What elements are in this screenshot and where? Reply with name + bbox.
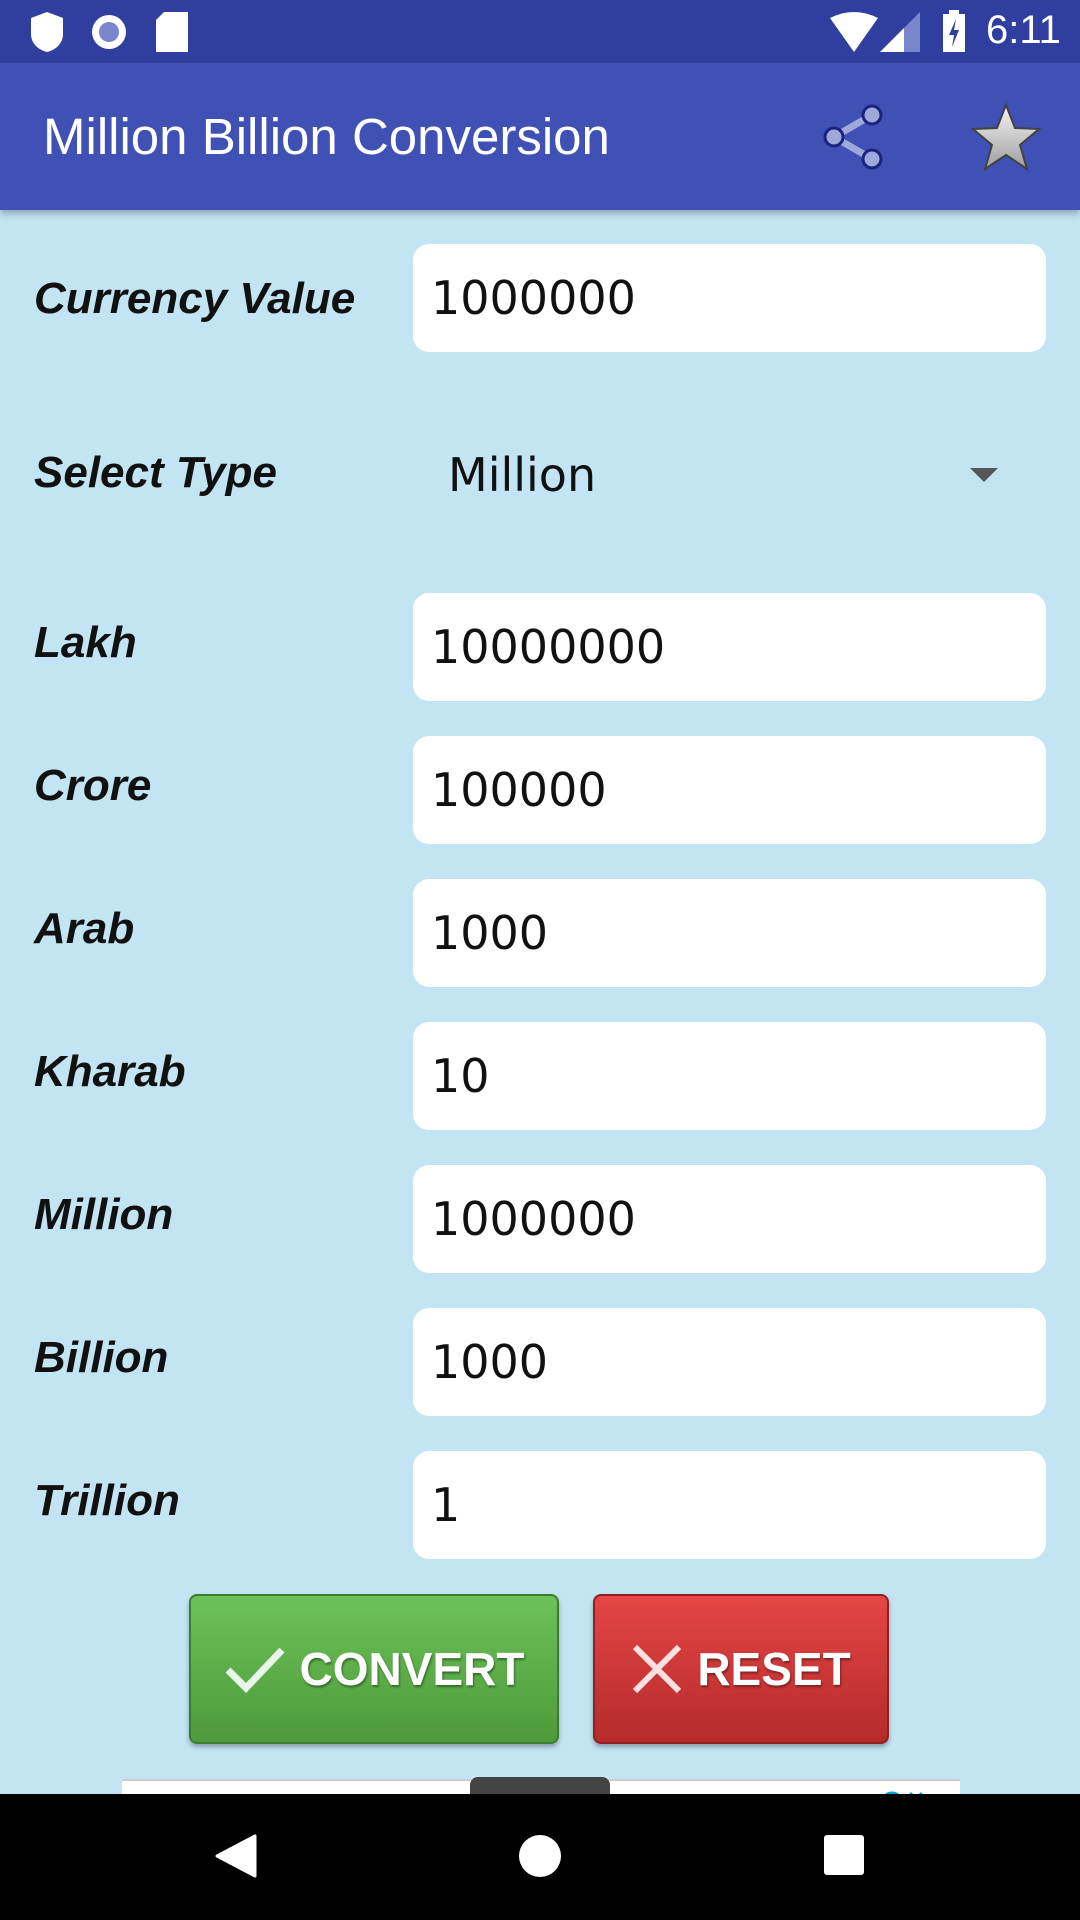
- kharab-label: Kharab: [34, 1047, 186, 1096]
- type-select[interactable]: Million: [413, 430, 1046, 520]
- select-type-label: Select Type: [34, 448, 277, 497]
- currency-value-input[interactable]: [413, 244, 1046, 352]
- share-icon[interactable]: [820, 101, 890, 171]
- close-icon: [633, 1644, 682, 1694]
- shield-icon: [31, 12, 63, 52]
- back-icon[interactable]: [215, 1834, 257, 1878]
- reset-button[interactable]: RESET: [593, 1594, 889, 1744]
- kharab-input[interactable]: [413, 1022, 1046, 1130]
- reset-label: RESET: [697, 1643, 851, 1695]
- billion-label: Billion: [34, 1333, 169, 1382]
- clock: 6:11: [986, 8, 1061, 52]
- navigation-bar: [0, 1794, 1080, 1920]
- recents-icon[interactable]: [824, 1835, 864, 1875]
- convert-label: CONVERT: [299, 1643, 525, 1695]
- status-bar: 6:11: [0, 0, 1080, 63]
- trillion-label: Trillion: [34, 1476, 180, 1525]
- million-label: Million: [34, 1190, 174, 1239]
- star-icon[interactable]: [970, 101, 1042, 173]
- trillion-input[interactable]: [413, 1451, 1046, 1559]
- record-icon: [92, 15, 126, 49]
- crore-input[interactable]: [413, 736, 1046, 844]
- dropdown-arrow-icon: [970, 468, 998, 482]
- crore-label: Crore: [34, 761, 152, 810]
- app-bar: Million Billion Conversion: [0, 63, 1080, 210]
- lakh-label: Lakh: [34, 618, 137, 667]
- sd-card-icon: [156, 12, 188, 52]
- convert-button[interactable]: CONVERT: [189, 1594, 559, 1744]
- app-title: Million Billion Conversion: [43, 108, 610, 165]
- signal-icon: [880, 12, 920, 52]
- battery-charging-icon: [943, 10, 965, 52]
- billion-input[interactable]: [413, 1308, 1046, 1416]
- million-input[interactable]: [413, 1165, 1046, 1273]
- arab-input[interactable]: [413, 879, 1046, 987]
- currency-value-label: Currency Value: [34, 274, 356, 323]
- lakh-input[interactable]: [413, 593, 1046, 701]
- type-select-value: Million: [448, 448, 597, 502]
- arab-label: Arab: [34, 904, 135, 953]
- wifi-icon: [830, 12, 878, 52]
- check-icon: [225, 1647, 285, 1694]
- home-icon[interactable]: [518, 1834, 562, 1878]
